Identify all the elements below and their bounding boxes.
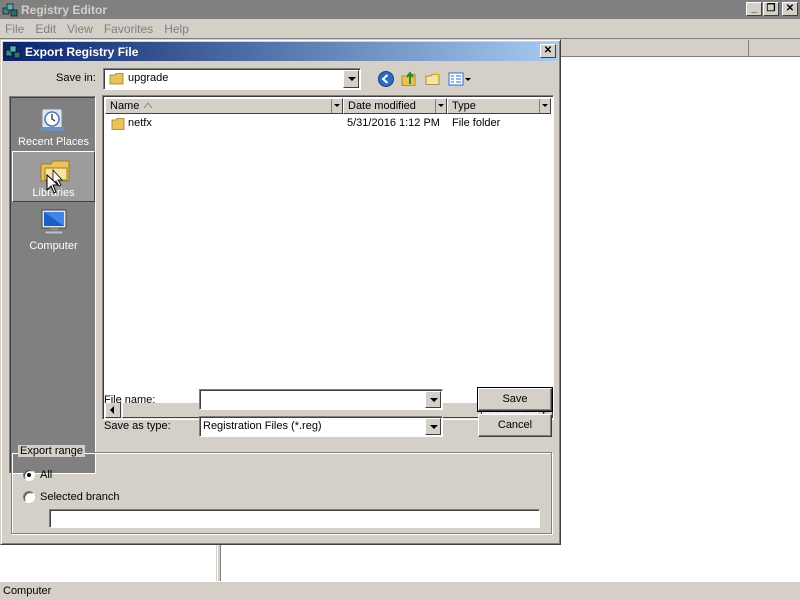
close-icon: ✕ (543, 45, 553, 56)
all-radio-label[interactable]: All (40, 469, 52, 481)
minimize-button[interactable]: _ (746, 2, 762, 16)
values-column-header[interactable] (560, 39, 800, 57)
file-name: netfx (128, 117, 152, 129)
file-name-label: File name: (104, 394, 156, 406)
main-window-title: Registry Editor (21, 2, 108, 17)
column-header-type[interactable]: Type (447, 98, 551, 114)
export-dialog: Export Registry File ✕ Save in: upgrade (0, 39, 561, 545)
chevron-down-icon[interactable] (425, 391, 441, 408)
menu-file[interactable]: File (0, 22, 30, 36)
main-titlebar[interactable]: Registry Editor _ ❐ ✕ (0, 0, 800, 19)
close-button[interactable]: ✕ (782, 2, 798, 16)
column-header-label: Date modified (348, 100, 416, 112)
place-computer[interactable]: Computer (12, 203, 95, 254)
restore-icon: ❐ (766, 3, 776, 14)
restore-button[interactable]: ❐ (763, 2, 779, 16)
export-range-group: Export range All Selected branch (11, 445, 552, 534)
key-tree-pane[interactable] (0, 545, 218, 582)
chevron-down-icon[interactable] (435, 99, 446, 113)
minimize-icon: _ (751, 3, 757, 14)
chevron-down-icon[interactable] (343, 70, 359, 88)
status-bar: Computer (0, 581, 800, 600)
folder-icon (109, 73, 124, 85)
view-menu-icon[interactable] (448, 70, 472, 88)
cancel-button[interactable]: Cancel (478, 414, 552, 437)
up-folder-icon[interactable] (400, 70, 418, 88)
folder-icon (111, 118, 125, 130)
save-in-value: upgrade (128, 72, 169, 84)
save-in-dropdown[interactable]: upgrade (103, 68, 361, 90)
pane-splitter[interactable] (217, 545, 221, 582)
column-header-label: Type (452, 100, 476, 112)
column-header-date-modified[interactable]: Date modified (343, 98, 447, 114)
save-as-type-value: Registration Files (*.reg) (203, 420, 322, 432)
file-name-input[interactable] (199, 389, 443, 410)
place-label: Recent Places (18, 136, 89, 148)
dialog-titlebar[interactable]: Export Registry File ✕ (3, 42, 558, 61)
column-header-label: Name (110, 100, 140, 112)
column-header-name[interactable]: Name (105, 98, 343, 114)
file-list[interactable]: Name Date modified Type netfx 5/31/2016 … (102, 95, 554, 420)
selected-branch-input[interactable] (49, 509, 540, 528)
chevron-down-icon[interactable] (539, 99, 550, 113)
menu-view[interactable]: View (62, 22, 99, 36)
place-recent-places[interactable]: Recent Places (12, 99, 95, 150)
save-as-type-dropdown[interactable]: Registration Files (*.reg) (199, 416, 443, 437)
dialog-close-button[interactable]: ✕ (540, 44, 556, 58)
file-type: File folder (452, 117, 501, 129)
menu-bar: File Edit View Favorites Help (0, 19, 800, 38)
all-radio[interactable] (23, 469, 35, 481)
status-text: Computer (3, 585, 52, 597)
save-in-label: Save in: (56, 72, 96, 84)
save-button[interactable]: Save (477, 387, 553, 412)
place-label: Computer (29, 240, 78, 252)
chevron-down-icon[interactable] (425, 418, 441, 435)
mouse-cursor-icon (46, 174, 60, 194)
places-bar: Recent Places Libraries Computer (9, 96, 96, 474)
sort-ascending-icon (144, 102, 152, 108)
menu-help[interactable]: Help (159, 22, 195, 36)
selected-branch-label[interactable]: Selected branch (40, 491, 120, 503)
list-item[interactable]: netfx 5/31/2016 1:12 PM File folder (107, 116, 547, 132)
chevron-down-icon[interactable] (331, 99, 342, 113)
save-as-type-label: Save as type: (104, 420, 171, 432)
back-icon[interactable] (377, 70, 395, 88)
recent-places-icon (41, 108, 65, 131)
file-date: 5/31/2016 1:12 PM (347, 117, 440, 129)
menu-favorites[interactable]: Favorites (99, 22, 159, 36)
computer-icon (41, 209, 67, 235)
export-range-legend: Export range (18, 445, 85, 457)
close-icon: ✕ (785, 3, 795, 14)
registry-editor-icon (5, 45, 21, 58)
registry-editor-icon (2, 3, 18, 16)
selected-branch-radio[interactable] (23, 491, 35, 503)
dialog-title: Export Registry File (25, 44, 139, 59)
new-folder-icon[interactable] (424, 70, 442, 88)
menu-edit[interactable]: Edit (30, 22, 62, 36)
